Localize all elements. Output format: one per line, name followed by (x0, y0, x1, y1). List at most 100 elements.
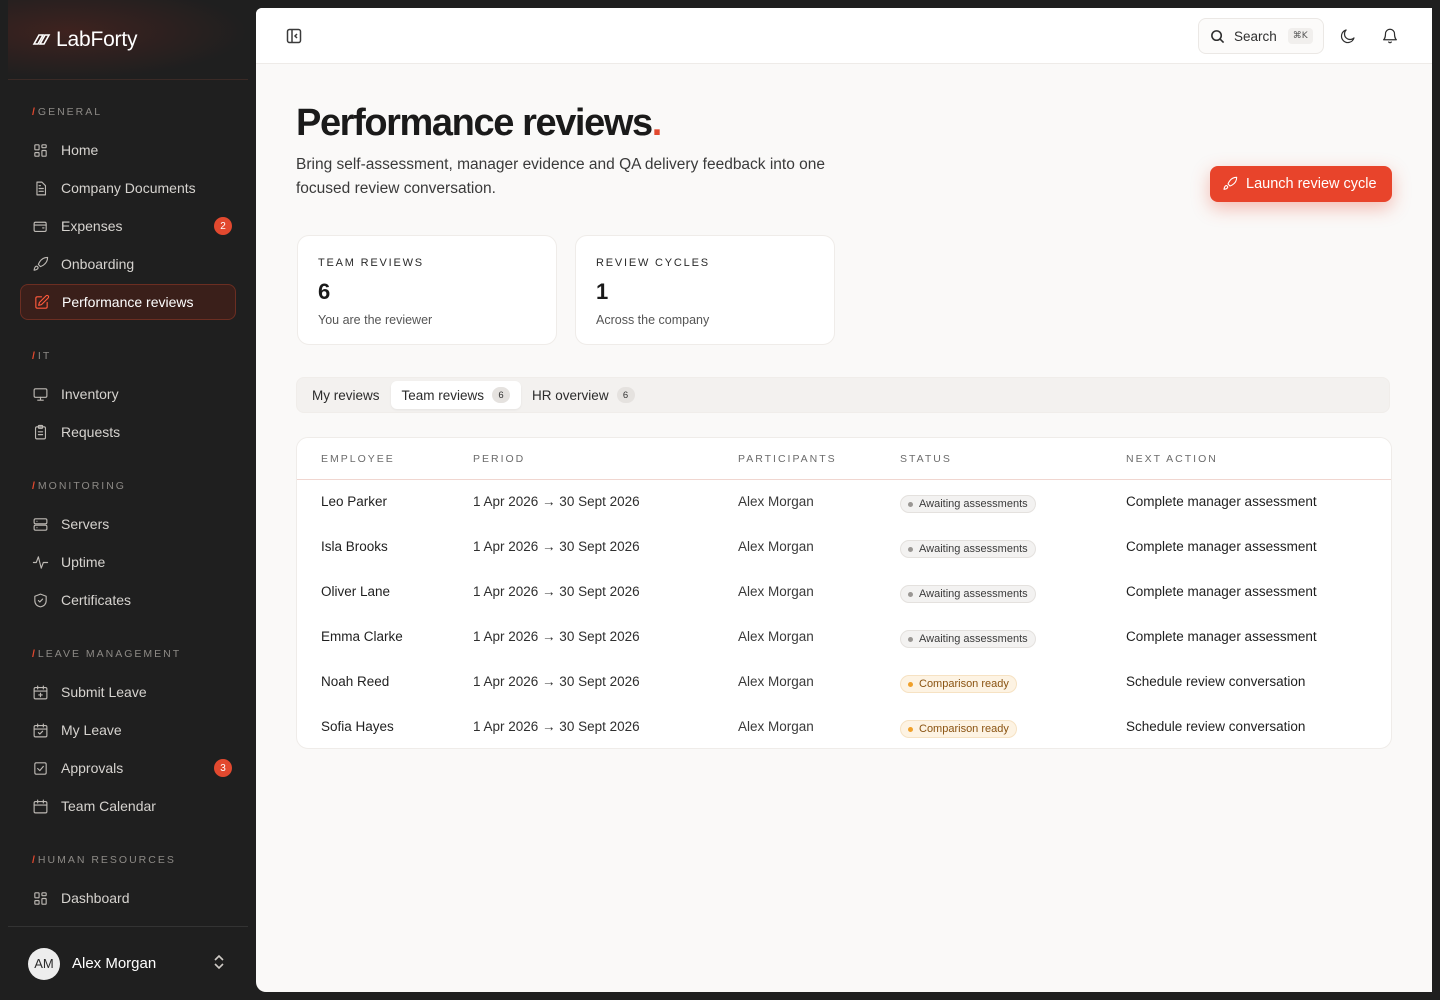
status-dot (908, 726, 913, 732)
status-label: Awaiting assessments (919, 588, 1028, 600)
table-row[interactable]: Noah Reed 1 Apr 2026 → 30 Sept 2026 Alex M… (297, 660, 1391, 705)
status-badge: Comparison ready (900, 675, 1017, 693)
sidebar-item-onboarding[interactable]: Onboarding (20, 246, 236, 282)
table-row[interactable]: Emma Clarke 1 Apr 2026 → 30 Sept 2026 Alex… (297, 615, 1391, 660)
next-action[interactable]: Complete manager assessment (1126, 629, 1317, 644)
brand-name: LabForty (56, 27, 138, 51)
clipboard-icon (34, 424, 47, 439)
chevron-up-down-icon (214, 954, 224, 970)
launch-review-cycle-button[interactable]: Launch review cycle (1210, 166, 1392, 202)
next-action[interactable]: Schedule review conversation (1126, 719, 1305, 734)
review-tabs: My reviews Team reviews 6 HR overview 6 (296, 377, 1390, 413)
sidebar-item-label: Expenses (61, 218, 123, 234)
employee-name: Emma Clarke (321, 629, 403, 644)
tab-team-reviews[interactable]: Team reviews 6 (390, 381, 522, 409)
sidebar-item-approvals[interactable]: Approvals 3 (20, 750, 236, 786)
review-period: 1 Apr 2026 → 30 Sept 2026 (473, 584, 640, 599)
search-button[interactable]: Search ⌘K (1198, 18, 1324, 54)
bell-icon[interactable] (1381, 27, 1399, 45)
employee-name: Leo Parker (321, 494, 388, 509)
sidebar: LabForty / GENERAL Home Company Documents… (0, 0, 256, 1000)
status-label: Awaiting assessments (919, 498, 1028, 510)
section-label: / LEAVE MANAGEMENT (32, 648, 182, 660)
sidebar-item-label: Requests (61, 424, 121, 440)
sidebar-toggle-icon[interactable] (286, 28, 302, 44)
column-header-participants[interactable]: PARTICIPANTS (738, 453, 837, 465)
pulse-icon (32, 555, 49, 569)
status-dot (908, 546, 913, 552)
sidebar-item-label: Home (61, 142, 99, 158)
topbar: Search ⌘K (256, 8, 1432, 64)
column-header-employee[interactable]: EMPLOYEE (321, 453, 395, 465)
expenses-count-badge: 2 (214, 217, 232, 235)
avatar: AM (28, 947, 60, 980)
review-period: 1 Apr 2026 → 30 Sept 2026 (473, 539, 640, 554)
column-header-next-action[interactable]: NEXT ACTION (1126, 453, 1218, 465)
section-label: / HUMAN RESOURCES (32, 854, 176, 866)
shield-icon (34, 593, 47, 607)
rocket-icon (33, 256, 49, 271)
table-row[interactable]: Oliver Lane 1 Apr 2026 → 30 Sept 2026 Alex… (297, 570, 1391, 615)
search-label: Search (1234, 28, 1277, 44)
sidebar-item-label: Submit Leave (61, 684, 147, 700)
sidebar-item-label: Approvals (61, 760, 124, 776)
calendar-plus-icon (33, 685, 48, 699)
sidebar-item-servers[interactable]: Servers (20, 506, 236, 542)
status-badge: Awaiting assessments (900, 585, 1036, 603)
title-accent-dot: . (651, 102, 663, 144)
tab-my-reviews[interactable]: My reviews (301, 381, 391, 409)
table-row[interactable]: Sofia Hayes 1 Apr 2026 → 30 Sept 2026 Alex… (297, 705, 1391, 748)
table-row[interactable]: Leo Parker 1 Apr 2026 → 30 Sept 2026 Alex … (297, 480, 1391, 525)
status-dot (908, 636, 913, 642)
sidebar-item-my-leave[interactable]: My Leave (20, 712, 236, 748)
status-label: Awaiting assessments (919, 543, 1028, 555)
sidebar-item-company-documents[interactable]: Company Documents (20, 170, 236, 206)
main-panel: Search ⌘K Performance reviews. Bring sel… (256, 8, 1432, 992)
sidebar-item-certificates[interactable]: Certificates (20, 582, 236, 618)
moon-icon[interactable] (1339, 27, 1357, 45)
sidebar-item-label: Inventory (61, 386, 119, 402)
next-action[interactable]: Complete manager assessment (1126, 584, 1317, 599)
employee-name: Oliver Lane (321, 584, 391, 599)
column-header-period[interactable]: PERIOD (473, 453, 525, 465)
review-period: 1 Apr 2026 → 30 Sept 2026 (473, 719, 640, 734)
checkbox-icon (34, 761, 47, 775)
employee-name: Noah Reed (321, 674, 390, 689)
approvals-count-badge: 3 (214, 759, 232, 777)
sidebar-item-uptime[interactable]: Uptime (20, 544, 236, 580)
reviews-table: EMPLOYEE PERIOD PARTICIPANTS STATUS NEXT… (296, 437, 1392, 749)
sidebar-item-performance-reviews[interactable]: Performance reviews (20, 284, 236, 320)
sidebar-item-dashboard[interactable]: Dashboard (20, 880, 236, 916)
next-action[interactable]: Complete manager assessment (1126, 539, 1317, 554)
page-description: Bring self-assessment, manager evidence … (296, 156, 826, 197)
sidebar-item-requests[interactable]: Requests (20, 414, 236, 450)
stat-label: REVIEW CYCLES (596, 257, 710, 269)
edit-icon (35, 294, 50, 309)
brand[interactable]: LabForty (8, 0, 248, 80)
sidebar-item-team-calendar[interactable]: Team Calendar (20, 788, 236, 824)
stat-label: TEAM REVIEWS (318, 257, 424, 269)
section-label: / MONITORING (32, 480, 126, 492)
next-action[interactable]: Schedule review conversation (1126, 674, 1305, 689)
sidebar-item-expenses[interactable]: Expenses 2 (20, 208, 236, 244)
next-action[interactable]: Complete manager assessment (1126, 494, 1317, 509)
table-row[interactable]: Isla Brooks 1 Apr 2026 → 30 Sept 2026 Alex… (297, 525, 1391, 570)
column-header-status[interactable]: STATUS (900, 453, 952, 465)
sidebar-item-home[interactable]: Home (20, 132, 236, 168)
table-header: EMPLOYEE PERIOD PARTICIPANTS STATUS NEXT… (297, 438, 1391, 480)
user-menu[interactable]: AM Alex Morgan (8, 926, 248, 1000)
section-monitoring: / MONITORING (0, 478, 126, 494)
status-dot (908, 591, 913, 597)
review-period: 1 Apr 2026 → 30 Sept 2026 (473, 629, 640, 644)
sidebar-item-inventory[interactable]: Inventory (20, 376, 236, 412)
review-period: 1 Apr 2026 → 30 Sept 2026 (473, 674, 640, 689)
status-badge: Awaiting assessments (900, 630, 1036, 648)
participants: Alex Morgan (738, 719, 814, 734)
table-body: Leo Parker 1 Apr 2026 → 30 Sept 2026 Alex … (297, 480, 1391, 748)
sidebar-item-label: My Leave (61, 722, 122, 738)
sidebar-item-submit-leave[interactable]: Submit Leave (20, 674, 236, 710)
tab-hr-overview[interactable]: HR overview 6 (521, 381, 646, 409)
search-shortcut: ⌘K (1287, 28, 1313, 44)
section-leave-management: / LEAVE MANAGEMENT (0, 646, 181, 662)
status-label: Comparison ready (919, 723, 1009, 735)
